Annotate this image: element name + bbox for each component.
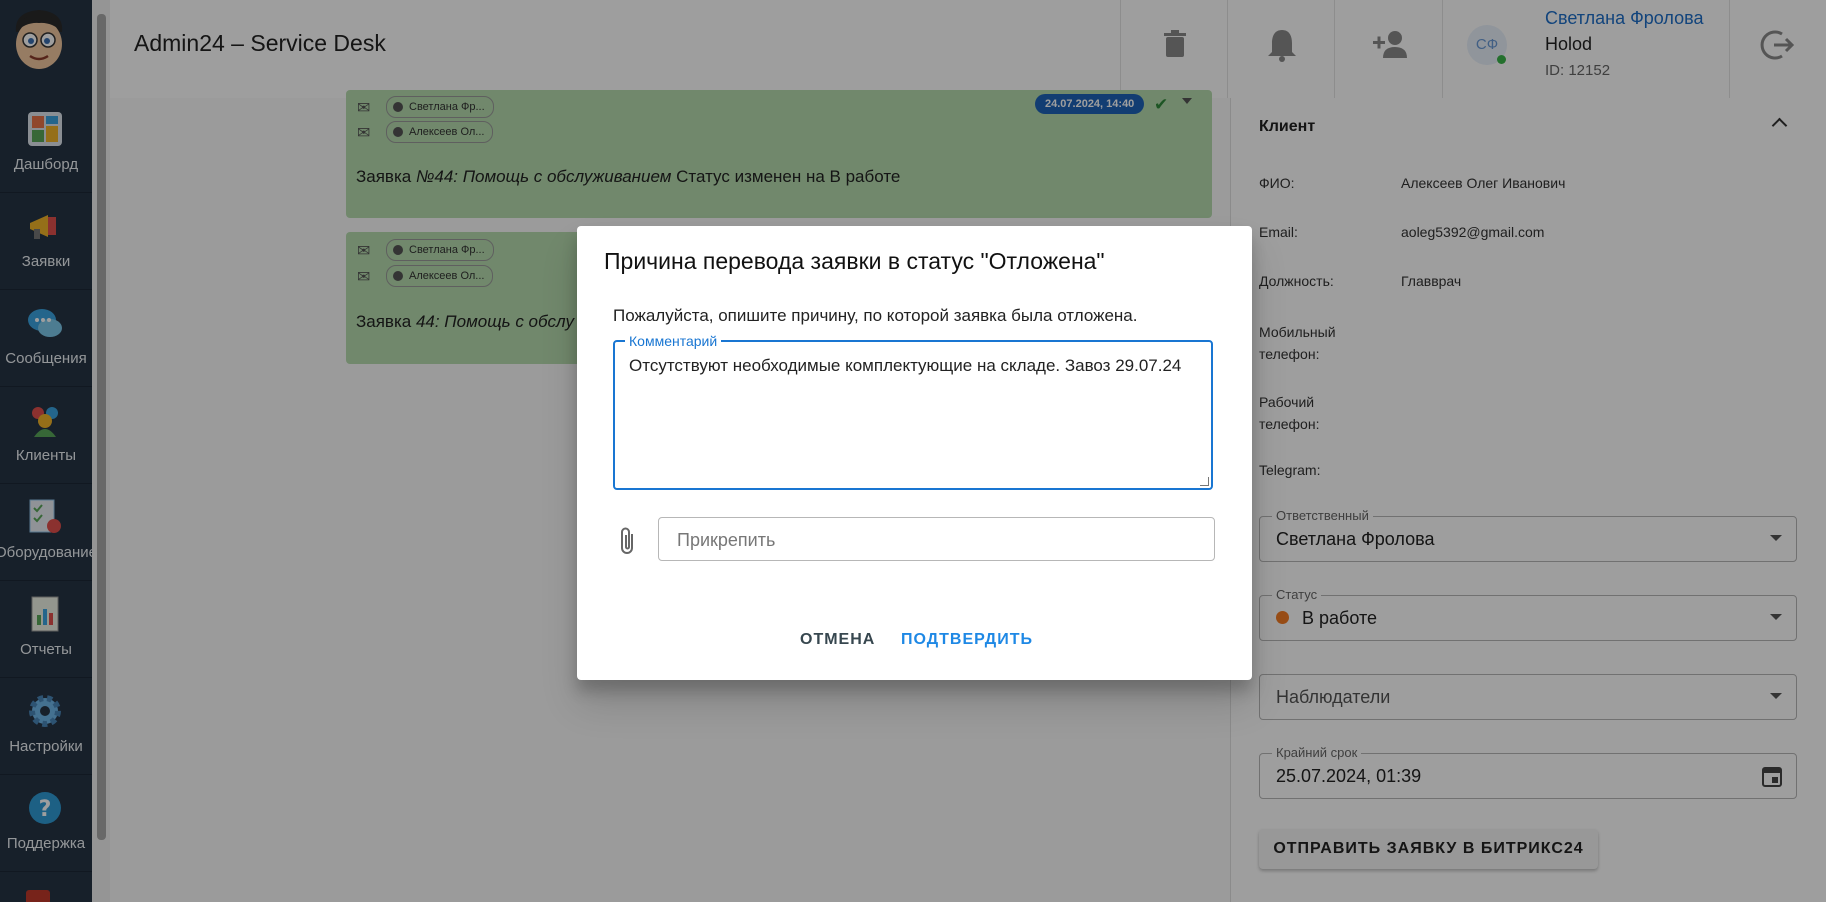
attach-file-input[interactable]: Прикрепить: [658, 517, 1215, 561]
postpone-reason-dialog: Причина перевода заявки в статус "Отложе…: [577, 226, 1252, 680]
cancel-button[interactable]: ОТМЕНА: [800, 631, 875, 649]
paperclip-icon[interactable]: [618, 526, 638, 556]
comment-textarea[interactable]: Комментарий Отсутствуют необходимые комп…: [613, 333, 1213, 490]
comment-label: Комментарий: [625, 333, 722, 349]
dialog-description: Пожалуйста, опишите причину, по которой …: [613, 306, 1138, 325]
dialog-title: Причина перевода заявки в статус "Отложе…: [604, 248, 1105, 274]
resize-handle-icon[interactable]: [1200, 477, 1209, 486]
confirm-button[interactable]: ПОДТВЕРДИТЬ: [901, 631, 1033, 649]
comment-value: Отсутствуют необходимые комплектующие на…: [629, 356, 1182, 375]
